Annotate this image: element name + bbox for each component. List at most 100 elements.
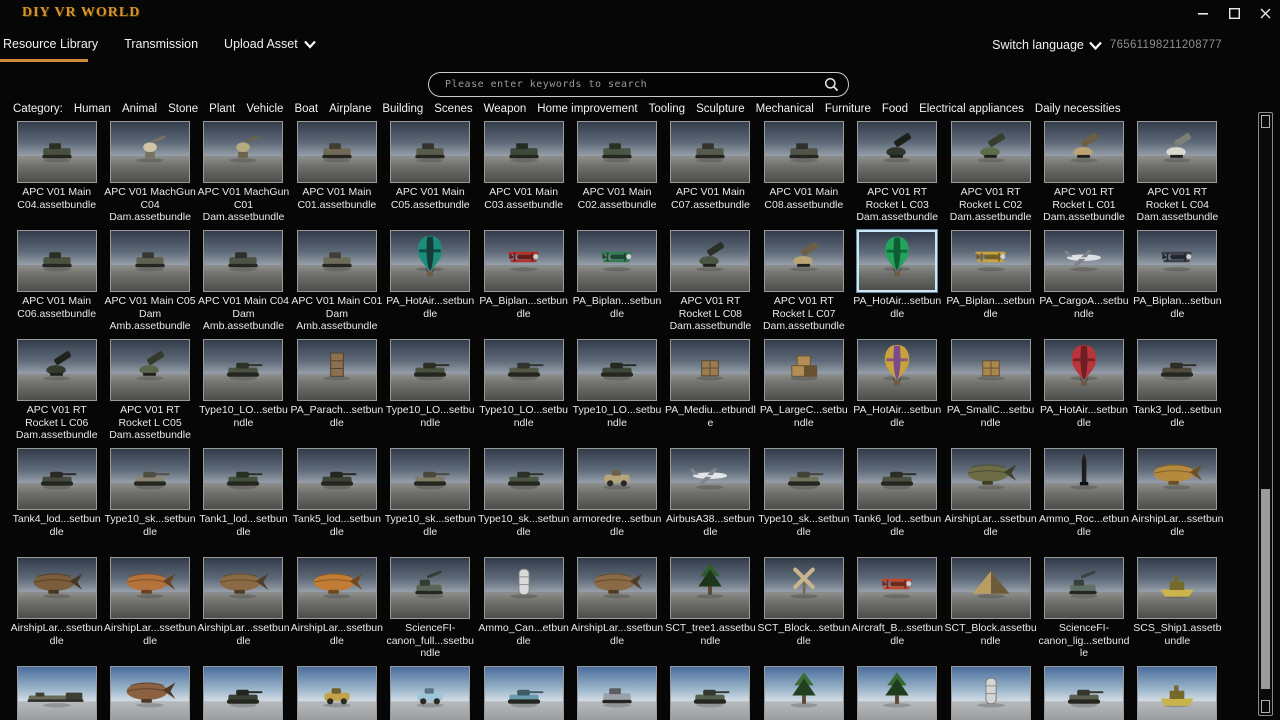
category-item[interactable]: Weapon [484, 103, 527, 115]
tab-upload-asset[interactable]: Upload Asset [224, 37, 317, 51]
asset-card[interactable]: PA_LargeC...setbundle [757, 339, 850, 448]
asset-thumbnail[interactable] [670, 121, 750, 183]
asset-thumbnail[interactable] [484, 339, 564, 401]
asset-thumbnail[interactable] [670, 666, 750, 720]
close-button[interactable] [1258, 6, 1272, 20]
asset-card[interactable] [1131, 666, 1224, 720]
asset-card[interactable]: APC V01 RT Rocket L C08 Dam.assetbundle [664, 230, 757, 339]
asset-card[interactable]: PA_HotAir...setbundle [1037, 339, 1130, 448]
asset-card[interactable]: APC V01 RT Rocket L C04 Dam.assetbundle [1131, 121, 1224, 230]
asset-card[interactable]: SCT_Block.assetbundle [944, 557, 1037, 666]
asset-thumbnail[interactable] [951, 230, 1031, 292]
asset-thumbnail[interactable] [577, 230, 657, 292]
category-item[interactable]: Building [382, 103, 423, 115]
asset-card[interactable]: Ammo_Roc...etbundle [1037, 448, 1130, 557]
asset-card[interactable]: APC V01 RT Rocket L C07 Dam.assetbundle [757, 230, 850, 339]
category-item[interactable]: Boat [294, 103, 318, 115]
asset-card[interactable]: PA_HotAir...setbundle [384, 230, 477, 339]
category-item[interactable]: Airplane [329, 103, 371, 115]
category-item[interactable]: Food [882, 103, 908, 115]
asset-thumbnail[interactable] [857, 557, 937, 619]
asset-thumbnail[interactable] [203, 557, 283, 619]
asset-card[interactable]: AirshipLar...ssetbundle [103, 557, 196, 666]
asset-card[interactable]: AirshipLar...ssetbundle [290, 557, 383, 666]
asset-card[interactable]: Tank6_lod...setbundle [851, 448, 944, 557]
asset-card[interactable]: Type10_sk...setbundle [103, 448, 196, 557]
asset-card[interactable]: APC V01 RT Rocket L C03 Dam.assetbundle [851, 121, 944, 230]
asset-thumbnail[interactable] [1044, 121, 1124, 183]
asset-thumbnail[interactable] [110, 666, 190, 720]
asset-thumbnail[interactable] [110, 230, 190, 292]
asset-card[interactable]: ScienceFI- canon_full...ssetbundle [384, 557, 477, 666]
asset-thumbnail[interactable] [670, 448, 750, 510]
asset-card[interactable]: PA_SmallC...setbundle [944, 339, 1037, 448]
asset-thumbnail[interactable] [297, 339, 377, 401]
asset-card[interactable]: SCS_Ship1.assetbundle [1131, 557, 1224, 666]
asset-card[interactable]: AirshipLar...ssetbundle [570, 557, 663, 666]
asset-card[interactable]: ScienceFI- canon_lig...setbundle [1037, 557, 1130, 666]
search-icon[interactable] [824, 77, 839, 92]
asset-card[interactable]: APC V01 Main C06.assetbundle [10, 230, 103, 339]
asset-thumbnail[interactable] [297, 230, 377, 292]
asset-thumbnail[interactable] [1044, 448, 1124, 510]
asset-thumbnail[interactable] [484, 557, 564, 619]
asset-thumbnail[interactable] [17, 448, 97, 510]
asset-card[interactable]: PA_Biplan...setbundle [570, 230, 663, 339]
asset-card[interactable]: PA_Biplan...setbundle [944, 230, 1037, 339]
maximize-button[interactable] [1227, 6, 1241, 20]
category-item[interactable]: Electrical appliances [919, 103, 1024, 115]
asset-thumbnail[interactable] [764, 666, 844, 720]
asset-thumbnail[interactable] [297, 557, 377, 619]
asset-thumbnail[interactable] [110, 448, 190, 510]
asset-thumbnail[interactable] [1137, 448, 1217, 510]
asset-card[interactable] [757, 666, 850, 720]
asset-card[interactable]: Type10_LO...setbundle [384, 339, 477, 448]
asset-card[interactable]: APC V01 MachGun C01 Dam.assetbundle [197, 121, 290, 230]
asset-thumbnail[interactable] [297, 666, 377, 720]
category-item[interactable]: Tooling [649, 103, 685, 115]
asset-card[interactable] [944, 666, 1037, 720]
asset-card[interactable]: APC V01 Main C02.assetbundle [570, 121, 663, 230]
asset-thumbnail[interactable] [390, 339, 470, 401]
category-item[interactable]: Animal [122, 103, 157, 115]
asset-card[interactable]: PA_Mediu...etbundle [664, 339, 757, 448]
asset-card[interactable] [384, 666, 477, 720]
asset-thumbnail[interactable] [17, 121, 97, 183]
asset-thumbnail[interactable] [484, 121, 564, 183]
asset-thumbnail[interactable] [17, 557, 97, 619]
asset-thumbnail[interactable] [764, 339, 844, 401]
asset-card[interactable]: Type10_LO...setbundle [570, 339, 663, 448]
asset-card[interactable]: PA_HotAir...setbundle [851, 339, 944, 448]
asset-card[interactable]: AirshipLar...ssetbundle [10, 557, 103, 666]
asset-card[interactable]: AirshipLar...ssetbundle [1131, 448, 1224, 557]
scrollbar-thumb[interactable] [1261, 115, 1270, 128]
asset-thumbnail[interactable] [857, 230, 937, 292]
category-item[interactable]: Sculpture [696, 103, 745, 115]
asset-card[interactable] [664, 666, 757, 720]
category-item[interactable]: Vehicle [246, 103, 283, 115]
asset-thumbnail[interactable] [17, 230, 97, 292]
asset-thumbnail[interactable] [484, 230, 564, 292]
asset-thumbnail[interactable] [577, 339, 657, 401]
asset-thumbnail[interactable] [1137, 339, 1217, 401]
asset-thumbnail[interactable] [390, 230, 470, 292]
asset-card[interactable]: Tank4_lod...setbundle [10, 448, 103, 557]
asset-card[interactable]: APC V01 Main C05 Dam Amb.assetbundle [103, 230, 196, 339]
asset-thumbnail[interactable] [764, 230, 844, 292]
asset-card[interactable]: APC V01 MachGun C04 Dam.assetbundle [103, 121, 196, 230]
category-item[interactable]: Plant [209, 103, 235, 115]
scrollbar-down-button[interactable] [1261, 700, 1270, 713]
asset-card[interactable] [197, 666, 290, 720]
scrollbar-fill[interactable] [1261, 489, 1270, 689]
asset-thumbnail[interactable] [203, 666, 283, 720]
asset-card[interactable]: Tank5_lod...setbundle [290, 448, 383, 557]
asset-thumbnail[interactable] [1044, 557, 1124, 619]
asset-thumbnail[interactable] [484, 448, 564, 510]
asset-thumbnail[interactable] [857, 448, 937, 510]
asset-thumbnail[interactable] [17, 666, 97, 720]
asset-thumbnail[interactable] [17, 339, 97, 401]
asset-thumbnail[interactable] [1044, 339, 1124, 401]
asset-thumbnail[interactable] [577, 448, 657, 510]
asset-card[interactable]: APC V01 RT Rocket L C06 Dam.assetbundle [10, 339, 103, 448]
asset-thumbnail[interactable] [390, 557, 470, 619]
